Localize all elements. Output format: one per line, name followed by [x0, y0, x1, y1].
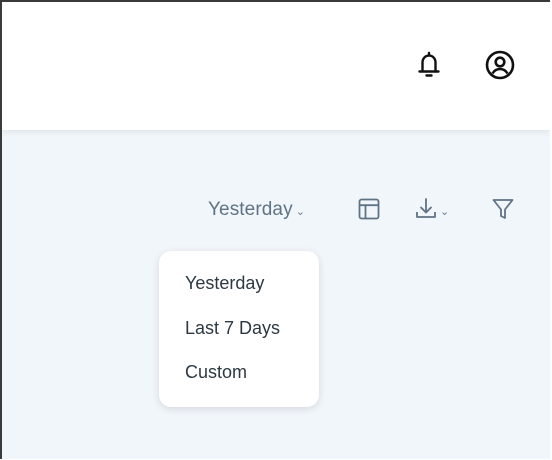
download-icon: [416, 198, 436, 218]
chevron-down-icon: ⌄: [440, 205, 450, 218]
date-range-select[interactable]: Yesterday ⌄: [208, 199, 305, 221]
app-window: Yesterday ⌄ ⌄ Yesterday Last 7 Days Cust…: [0, 0, 550, 459]
filter-button[interactable]: [488, 194, 518, 224]
download-button[interactable]: ⌄: [414, 194, 449, 224]
filter-icon: [492, 199, 514, 219]
chevron-down-icon: ⌄: [295, 205, 306, 218]
account-circle-icon[interactable]: [483, 48, 517, 82]
table-view-button[interactable]: [354, 194, 384, 224]
date-range-dropdown-menu: Yesterday Last 7 Days Custom: [159, 251, 319, 407]
menu-item-last-7-days[interactable]: Last 7 Days: [185, 318, 280, 339]
date-range-selected-label: Yesterday: [208, 199, 293, 220]
menu-item-custom[interactable]: Custom: [185, 362, 247, 383]
top-bar: [2, 2, 550, 130]
table-icon: [358, 198, 380, 220]
menu-item-yesterday[interactable]: Yesterday: [185, 273, 264, 294]
content-area: Yesterday ⌄ ⌄ Yesterday Last 7 Days Cust…: [2, 130, 550, 459]
bell-icon[interactable]: [412, 48, 446, 82]
